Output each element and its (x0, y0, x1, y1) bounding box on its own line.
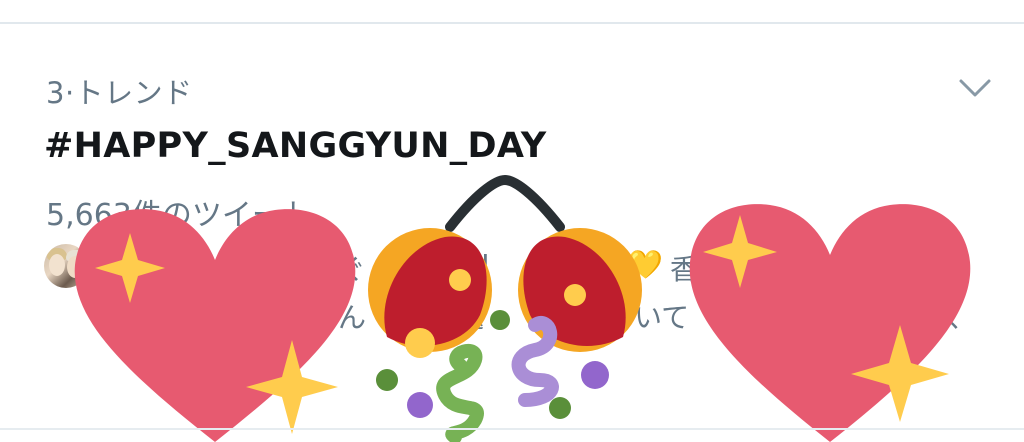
trend-rank-label: 3·トレンド (46, 76, 193, 110)
trend-hashtag[interactable]: #HAPPY_SANGGYUN_DAY (44, 126, 547, 166)
context-fragment: ん (338, 301, 367, 332)
context-fragment: いて (634, 301, 690, 332)
context-fragment: BJ (462, 248, 490, 281)
context-fragment: の話題 (400, 301, 485, 332)
context-fragment: 💛 (628, 248, 663, 281)
trend-context-line-2: ん の話題 いて 、 (100, 296, 980, 332)
trend-context-line-1: ぐ BJ 💛 香 (100, 248, 980, 284)
bottom-divider (0, 428, 1024, 430)
tweet-count: 5,663件のツイート (46, 198, 312, 233)
avatar[interactable] (44, 244, 88, 288)
context-fragment: ぐ (338, 253, 367, 284)
chevron-down-icon[interactable] (958, 76, 992, 100)
context-fragment: 香 (670, 253, 699, 284)
context-fragment: 、 (948, 301, 977, 332)
